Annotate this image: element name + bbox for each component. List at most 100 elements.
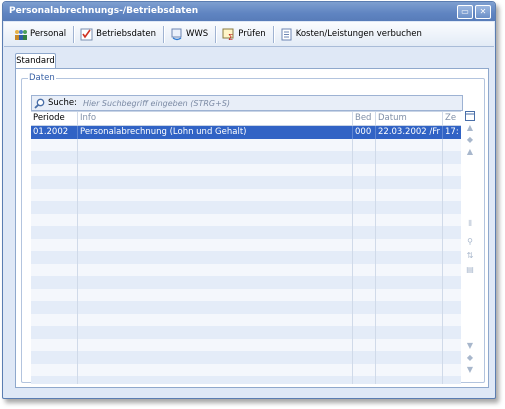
table-cell (78, 263, 353, 276)
betriebsdaten-label: Betriebsdaten (96, 29, 156, 39)
table-row[interactable] (31, 251, 461, 264)
table-cell (443, 314, 461, 327)
grid-body: 01.2002 Personalabrechnung (Lohn und Geh… (31, 126, 461, 384)
toolbar-separator (73, 25, 76, 43)
table-row[interactable] (31, 176, 461, 189)
table-cell (443, 339, 461, 352)
table-cell (443, 301, 461, 314)
restore-button[interactable]: ▭ (457, 5, 473, 19)
column-header-bed[interactable]: Bed (353, 112, 376, 125)
table-cell (353, 151, 376, 164)
table-cell (353, 188, 376, 201)
zoom-icon[interactable]: ⚲ (464, 237, 476, 247)
table-row[interactable] (31, 201, 461, 214)
table-cell (31, 313, 78, 326)
table-cell (31, 163, 78, 176)
filter-icon[interactable]: ▤ (464, 265, 476, 275)
table-cell (353, 251, 376, 264)
tab-standard[interactable]: Standard (15, 53, 56, 69)
move-up-icon[interactable]: ▲ (464, 147, 476, 157)
table-cell (353, 263, 376, 276)
table-row[interactable] (31, 363, 461, 377)
table-row[interactable] (31, 351, 461, 364)
table-cell (353, 213, 376, 226)
table-cell (78, 201, 353, 214)
table-cell (31, 201, 78, 214)
data-grid: Periode Info Bed Datum Ze 01.2002 Person… (31, 111, 461, 384)
move-up-fast-icon[interactable]: ◆ (464, 135, 476, 145)
search-input[interactable] (82, 98, 462, 108)
personal-button[interactable]: Personal (12, 25, 70, 43)
table-cell (78, 351, 353, 364)
pruefen-button[interactable]: Σ Prüfen (220, 25, 269, 43)
table-cell (78, 226, 353, 239)
personal-label: Personal (30, 29, 67, 39)
close-button[interactable]: ✕ (475, 5, 491, 19)
table-row[interactable] (31, 138, 461, 151)
table-row[interactable] (31, 238, 461, 251)
table-cell (353, 226, 376, 239)
column-chooser-icon[interactable] (464, 111, 476, 121)
table-row[interactable] (31, 326, 461, 339)
move-bottom-icon[interactable]: ▼ (464, 365, 476, 375)
table-cell (353, 326, 376, 339)
move-down-icon[interactable]: ▼ (464, 341, 476, 351)
table-row[interactable] (31, 338, 461, 352)
move-top-icon[interactable]: ▲ (464, 123, 476, 133)
grid-side-toolbar: ▲ ◆ ▲ ⫴ ⚲ ⇅ ▤ ▼ ◆ ▼ (462, 111, 478, 383)
table-cell (31, 151, 78, 164)
table-row[interactable] (31, 263, 461, 276)
table-cell (353, 163, 376, 176)
table-cell (353, 138, 376, 151)
column-header-periode[interactable]: Periode (31, 112, 78, 125)
column-header-info[interactable]: Info (78, 112, 353, 125)
table-cell (376, 201, 443, 214)
table-cell (376, 226, 443, 239)
table-cell (376, 376, 443, 384)
refresh-icon (170, 28, 184, 41)
table-row[interactable] (31, 163, 461, 176)
table-cell (376, 313, 443, 326)
table-cell (443, 226, 461, 239)
table-cell (353, 338, 376, 351)
table-cell (443, 376, 461, 384)
wws-button[interactable]: WWS (168, 25, 212, 43)
column-header-zeit[interactable]: Ze (443, 112, 461, 125)
sort-icon[interactable]: ⇅ (464, 251, 476, 261)
table-cell (31, 138, 78, 151)
table-row[interactable]: 01.2002 Personalabrechnung (Lohn und Geh… (31, 126, 461, 139)
table-cell (31, 226, 78, 239)
table-row[interactable] (31, 213, 461, 227)
table-row[interactable] (31, 288, 461, 301)
cell-info: Personalabrechnung (Lohn und Gehalt) (78, 126, 353, 139)
table-cell (78, 276, 353, 289)
kosten-leistungen-button[interactable]: Kosten/Leistungen verbuchen (278, 25, 426, 43)
search-bar: Suche: (31, 95, 463, 111)
columns-icon[interactable]: ⫴ (464, 219, 476, 229)
toolbar-separator (272, 25, 275, 43)
table-cell (376, 301, 443, 314)
betriebsdaten-button[interactable]: Betriebsdaten (78, 25, 160, 43)
move-down-fast-icon[interactable]: ◆ (464, 353, 476, 363)
table-cell (443, 364, 461, 377)
table-row[interactable] (31, 376, 461, 384)
table-row[interactable] (31, 313, 461, 327)
table-cell (353, 176, 376, 189)
table-cell (443, 214, 461, 227)
table-cell (31, 288, 78, 301)
table-cell (376, 138, 443, 151)
table-cell (376, 151, 443, 164)
table-row[interactable] (31, 188, 461, 201)
table-cell (376, 276, 443, 289)
table-row[interactable] (31, 301, 461, 314)
table-row[interactable] (31, 151, 461, 164)
table-row[interactable] (31, 226, 461, 239)
table-cell (376, 288, 443, 301)
table-row[interactable] (31, 276, 461, 289)
table-cell (78, 151, 353, 164)
column-header-datum[interactable]: Datum (376, 112, 443, 125)
table-cell (376, 213, 443, 226)
table-cell (78, 251, 353, 264)
table-cell (376, 326, 443, 339)
cell-periode: 01.2002 (31, 126, 78, 139)
